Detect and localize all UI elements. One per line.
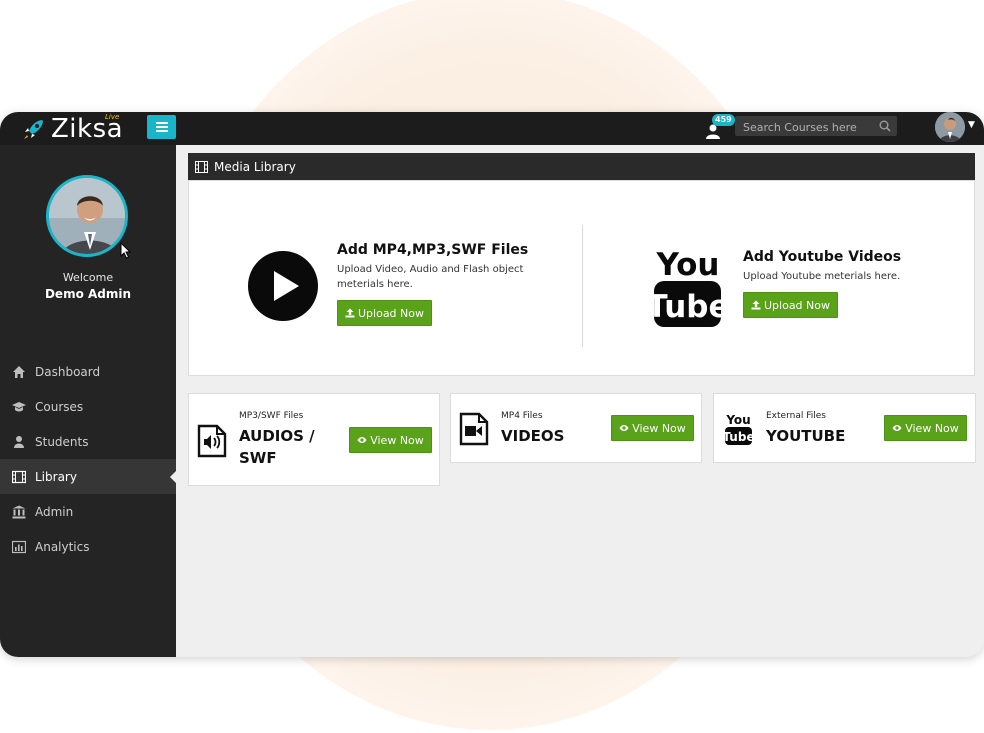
- youtube-logo-icon: You Tube: [653, 247, 723, 327]
- panel-title: Media Library: [214, 159, 296, 174]
- play-icon: [248, 251, 318, 321]
- view-audios-button[interactable]: View Now: [349, 427, 432, 453]
- notification-button[interactable]: 459: [704, 114, 735, 140]
- notification-badge: 459: [712, 114, 735, 126]
- sidebar-item-label: Library: [35, 469, 77, 484]
- user-avatar[interactable]: [935, 112, 965, 142]
- sidebar-item-analytics[interactable]: Analytics: [0, 529, 176, 564]
- video-file-icon: [459, 412, 489, 446]
- sidebar-item-courses[interactable]: Courses: [0, 389, 176, 424]
- audio-file-icon: [197, 424, 227, 458]
- svg-text:Tube: Tube: [653, 289, 723, 325]
- youtube-card: You Tube External Files YOUTUBE View Now: [713, 393, 976, 463]
- sidebar-item-label: Dashboard: [35, 364, 101, 379]
- file-upload-description: Upload Video, Audio and Flash object met…: [337, 264, 524, 290]
- sidebar-item-admin[interactable]: Admin: [0, 494, 176, 529]
- sidebar-item-students[interactable]: Students: [0, 424, 176, 459]
- top-bar: Ziksa Live 459 Search Courses here ▼: [0, 112, 984, 145]
- user-name: Demo Admin: [44, 287, 132, 301]
- sidebar-nav: Dashboard Courses Students Library Admin…: [0, 354, 176, 564]
- svg-text:Tube: Tube: [724, 430, 753, 444]
- menu-toggle-button[interactable]: [147, 115, 176, 139]
- youtube-upload-description: Upload Youtube meterials here.: [743, 271, 901, 282]
- brand-tag: Live: [105, 113, 120, 121]
- film-icon: [195, 160, 208, 173]
- youtube-icon: You Tube: [724, 413, 753, 445]
- upload-icon: [751, 300, 761, 310]
- search-input[interactable]: [735, 117, 865, 138]
- welcome-text: Welcome: [62, 271, 114, 284]
- sidebar-item-dashboard[interactable]: Dashboard: [0, 354, 176, 389]
- sidebar-item-label: Admin: [35, 504, 74, 519]
- card-title: AUDIOS / SWF: [239, 427, 315, 467]
- sidebar: Welcome Demo Admin Dashboard Courses Stu…: [0, 145, 176, 657]
- app-window: Ziksa Live 459 Search Courses here ▼ Wel…: [0, 112, 984, 657]
- sidebar-item-label: Analytics: [35, 539, 90, 554]
- profile-avatar[interactable]: [46, 175, 128, 257]
- upload-files-button[interactable]: Upload Now: [337, 300, 432, 326]
- svg-text:You: You: [725, 413, 750, 427]
- button-label: View Now: [632, 421, 686, 435]
- bank-icon: [12, 505, 26, 518]
- section-divider: [582, 225, 583, 347]
- search-icon[interactable]: [879, 120, 891, 132]
- button-label: View Now: [370, 433, 424, 447]
- card-title: VIDEOS: [501, 427, 565, 445]
- card-title: YOUTUBE: [766, 427, 846, 445]
- eye-icon: [619, 425, 629, 431]
- avatar-image: [935, 112, 965, 142]
- file-upload-title: Add MP4,MP3,SWF Files: [337, 242, 529, 258]
- eye-icon: [357, 437, 367, 443]
- home-icon: [13, 365, 25, 378]
- bar-chart-icon: [12, 540, 26, 553]
- eye-icon: [892, 425, 902, 431]
- button-label: Upload Now: [358, 306, 424, 320]
- film-icon: [12, 470, 26, 483]
- search-box: [735, 116, 897, 138]
- mouse-cursor-icon: [120, 242, 132, 259]
- chevron-down-icon[interactable]: ▼: [968, 120, 975, 130]
- graduation-cap-icon: [12, 401, 26, 411]
- sidebar-item-label: Courses: [35, 399, 84, 414]
- sidebar-item-label: Students: [35, 434, 89, 449]
- media-library-header: Media Library: [188, 153, 975, 180]
- media-library-body: Add MP4,MP3,SWF Files Upload Video, Audi…: [188, 180, 975, 376]
- rocket-icon: [24, 120, 43, 139]
- upload-icon: [345, 308, 355, 318]
- card-subtitle: MP3/SWF Files: [239, 411, 304, 421]
- user-icon: [14, 435, 24, 448]
- card-subtitle: External Files: [766, 411, 826, 421]
- view-youtube-button[interactable]: View Now: [884, 415, 967, 441]
- profile-image: [49, 178, 125, 254]
- card-subtitle: MP4 Files: [501, 411, 543, 421]
- button-label: Upload Now: [764, 298, 830, 312]
- audios-card: MP3/SWF Files AUDIOS / SWF View Now: [188, 393, 440, 486]
- videos-card: MP4 Files VIDEOS View Now: [450, 393, 702, 463]
- button-label: View Now: [905, 421, 959, 435]
- hamburger-icon: [155, 122, 168, 132]
- youtube-upload-title: Add Youtube Videos: [743, 249, 902, 265]
- svg-text:You: You: [656, 247, 720, 283]
- sidebar-item-library[interactable]: Library: [0, 459, 176, 494]
- upload-youtube-button[interactable]: Upload Now: [743, 292, 838, 318]
- view-videos-button[interactable]: View Now: [611, 415, 694, 441]
